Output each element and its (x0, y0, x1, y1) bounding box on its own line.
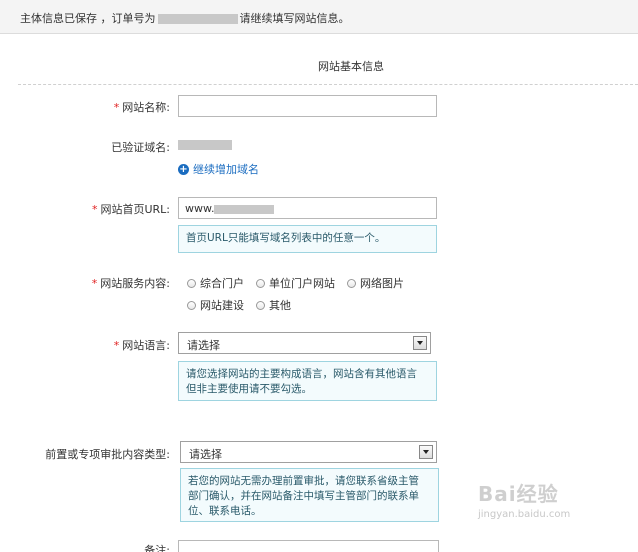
approval-label: 前置或专项审批内容类型: (45, 448, 170, 461)
notice-suffix: 请继续填写网站信息。 (239, 12, 350, 25)
notice-bar: 主体信息已保存 ，订单号为 请继续填写网站信息。 (0, 0, 638, 34)
language-label-text: 网站语言: (122, 339, 170, 352)
service-options-row-1: 综合门户 单位门户网站 网络图片 (187, 275, 416, 291)
radio-icon[interactable] (256, 300, 265, 310)
approval-hint-line-2: 部门确认，并在网站备注中填写主管部门的联系单 (188, 490, 419, 502)
approval-select-value: 请选择 (189, 448, 222, 461)
radio-icon[interactable] (187, 278, 196, 288)
order-number-redacted (157, 14, 238, 24)
homepage-value-redacted (214, 204, 275, 214)
approval-hint-line-1: 若您的网站无需办理前置审批，请您联系省级主管 (188, 475, 419, 487)
baidu-jingyan-watermark: Bai经验 jingyan.baidu.com (478, 478, 618, 538)
language-hint: 请您选择网站的主要构成语言，网站含有其他语言 但非主要使用请不要勾选。 (178, 361, 437, 401)
site-name-label-text: 网站名称: (122, 101, 170, 114)
homepage-label: * 网站首页URL: (70, 201, 170, 217)
service-label: * 网站服务内容: (70, 275, 170, 291)
radio-icon[interactable] (187, 300, 196, 310)
language-hint-line-1: 请您选择网站的主要构成语言，网站含有其他语言 (186, 368, 417, 380)
add-domain-link[interactable]: + 继续增加域名 (178, 161, 259, 177)
approval-hint: 若您的网站无需办理前置审批，请您联系省级主管 部门确认，并在网站备注中填写主管部… (180, 468, 439, 522)
service-label-text: 网站服务内容: (100, 277, 170, 290)
section-divider (18, 84, 638, 85)
site-name-input[interactable] (178, 95, 437, 117)
homepage-label-text: 网站首页URL: (100, 203, 170, 216)
remark-label: 备注: (144, 544, 170, 552)
language-select[interactable]: 请选择 (178, 332, 431, 354)
service-option-portal[interactable]: 综合门户 (187, 275, 244, 291)
service-option-unit-portal[interactable]: 单位门户网站 (256, 275, 335, 291)
service-option-other[interactable]: 其他 (256, 297, 291, 313)
add-domain-text: 继续增加域名 (193, 163, 259, 176)
chevron-down-icon[interactable] (419, 445, 433, 459)
verified-domain-value-redacted (178, 140, 232, 150)
homepage-value-prefix: www. (185, 202, 215, 215)
homepage-input[interactable]: www. (178, 197, 437, 219)
section-title: 网站基本信息 (318, 60, 384, 73)
remark-textarea[interactable] (178, 540, 439, 552)
radio-icon[interactable] (256, 278, 265, 288)
radio-icon[interactable] (347, 278, 356, 288)
chevron-down-icon[interactable] (413, 336, 427, 350)
watermark-main: Bai经验 (478, 482, 559, 506)
plus-icon: + (178, 163, 189, 175)
service-option-images[interactable]: 网络图片 (347, 275, 404, 291)
verified-domain-label: 已验证域名: (111, 141, 170, 154)
required-mark: * (91, 277, 98, 290)
notice-text: 主体信息已保存 ，订单号为 请继续填写网站信息。 (20, 10, 350, 26)
homepage-hint: 首页URL只能填写域名列表中的任意一个。 (178, 225, 437, 253)
required-mark: * (91, 203, 98, 216)
homepage-hint-text: 首页URL只能填写域名列表中的任意一个。 (186, 232, 386, 244)
notice-prefix: 主体信息已保存 ，订单号为 (20, 12, 156, 25)
approval-select[interactable]: 请选择 (180, 441, 437, 463)
required-mark: * (113, 339, 120, 352)
required-mark: * (113, 101, 120, 114)
approval-hint-line-3: 位、联系电话。 (188, 505, 262, 517)
language-hint-line-2: 但非主要使用请不要勾选。 (186, 383, 312, 395)
service-options-row-2: 网站建设 其他 (187, 297, 303, 313)
service-option-site-building[interactable]: 网站建设 (187, 297, 244, 313)
site-name-label: * 网站名称: (100, 99, 170, 115)
language-label: * 网站语言: (80, 337, 170, 353)
language-select-value: 请选择 (187, 339, 220, 352)
watermark-sub: jingyan.baidu.com (478, 509, 571, 520)
